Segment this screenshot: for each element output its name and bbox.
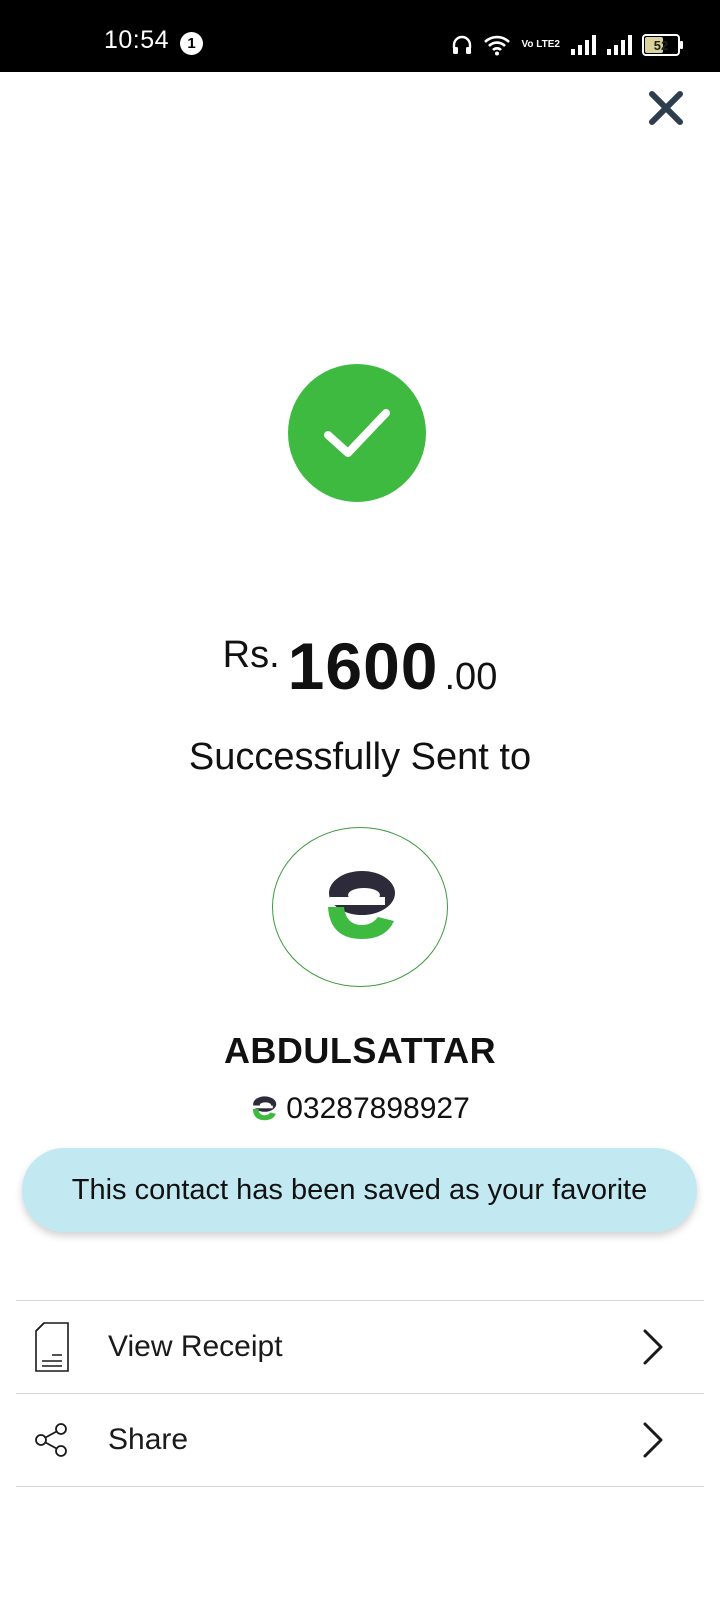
close-button[interactable] xyxy=(646,88,686,128)
divider xyxy=(16,1486,704,1487)
status-icons: Vo LTE2 52 xyxy=(451,30,683,60)
recipient-name: ABDULSATTAR xyxy=(223,1030,497,1071)
checkmark-icon xyxy=(324,409,390,457)
share-button[interactable]: Share xyxy=(16,1394,704,1486)
notification-badge: 1 xyxy=(180,32,203,55)
recipient-number-row: 03287898927 xyxy=(0,1092,720,1126)
status-time: 10:54 xyxy=(104,26,170,54)
view-receipt-label: View Receipt xyxy=(108,1330,283,1363)
recipient-number: 03287898927 xyxy=(286,1092,470,1125)
favorite-toast: This contact has been saved as your favo… xyxy=(22,1148,697,1232)
easypaisa-small-icon xyxy=(253,1096,277,1121)
share-icon xyxy=(35,1423,67,1457)
headset-icon xyxy=(453,35,472,54)
amount-decimals: .00 xyxy=(444,656,498,698)
status-bar: 10:54 1 Vo LTE2 52 xyxy=(0,0,720,72)
signal-icon xyxy=(571,35,596,55)
success-indicator xyxy=(288,364,426,502)
share-label: Share xyxy=(108,1423,189,1456)
battery-level: 52 xyxy=(653,37,669,53)
success-message: Successfully Sent to xyxy=(188,736,532,778)
easypaisa-logo-icon xyxy=(328,871,395,939)
transfer-amount: Rs. 1600.00 xyxy=(0,628,720,704)
chevron-right-icon xyxy=(643,1329,663,1365)
recipient-avatar xyxy=(272,827,448,987)
close-icon xyxy=(649,91,683,125)
action-list: View Receipt Share xyxy=(16,1300,704,1487)
signal-icon xyxy=(607,35,632,55)
wifi-icon xyxy=(484,35,511,56)
view-receipt-button[interactable]: View Receipt xyxy=(16,1301,704,1393)
chevron-right-icon xyxy=(643,1422,663,1458)
volte-icon: Vo LTE2 xyxy=(521,39,560,50)
amount-currency: Rs. xyxy=(222,634,280,676)
receipt-icon xyxy=(35,1322,69,1372)
amount-value: 1600 xyxy=(287,629,439,703)
battery-icon: 52 xyxy=(642,34,683,56)
